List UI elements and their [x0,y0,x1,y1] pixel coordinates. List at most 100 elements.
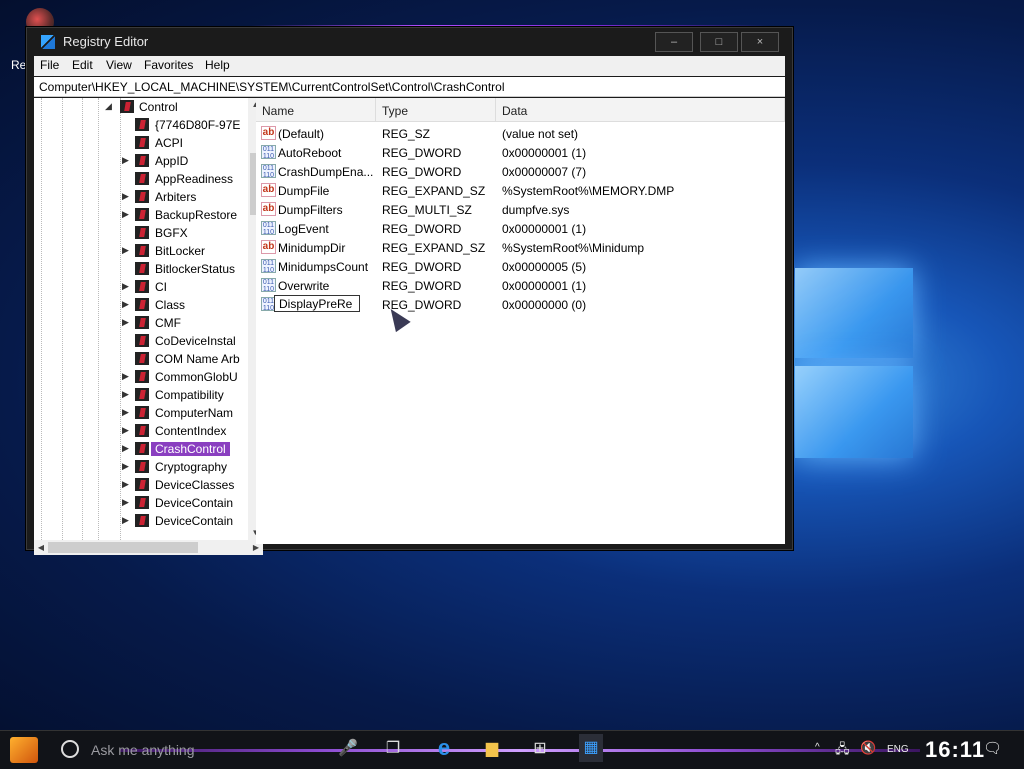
tree-item[interactable]: ▶ DeviceContain [34,512,248,530]
tree-item[interactable]: ACPI [34,134,248,152]
desktop-icon-label[interactable]: Re [11,58,26,72]
language-indicator[interactable]: ENG [887,744,909,755]
tree-item[interactable]: ▶ CMF [34,314,248,332]
menu-help[interactable]: Help [205,58,230,72]
values-list[interactable]: Name Type Data ab (Default) REG_SZ (value n… [256,98,785,544]
tree-item-label: Class [155,298,186,312]
rename-value-input[interactable]: DisplayPreRe [274,295,360,312]
address-bar[interactable]: Computer\HKEY_LOCAL_MACHINE\SYSTEM\Curre… [34,77,785,97]
folder-icon [135,496,149,509]
tree-item[interactable]: ▶ Cryptography [34,458,248,476]
title-bar[interactable]: Registry Editor – □ × [27,28,792,56]
tree-item-control[interactable]: ◢ Control [34,98,248,116]
expand-arrow-icon[interactable]: ▶ [122,191,129,202]
expand-arrow-icon[interactable]: ▶ [122,317,129,328]
value-row[interactable]: ab DumpFile REG_EXPAND_SZ %SystemRoot%\MEMO… [256,181,785,200]
value-data: %SystemRoot%\MEMORY.DMP [502,184,675,198]
tree-item[interactable]: ▶ ContentIndex [34,422,248,440]
registry-editor-taskbar-icon[interactable]: ▦ [579,734,603,762]
tree-item[interactable]: ▶ BackupRestore [34,206,248,224]
key-tree[interactable]: ◢ Control {7746D80F-97E ACPI ▶ AppID AppRead… [34,98,248,540]
expand-arrow-icon[interactable]: ▶ [122,209,129,220]
volume-muted-icon[interactable]: 🔇 [860,740,876,756]
tree-item[interactable]: CoDeviceInstal [34,332,248,350]
folder-icon [135,478,149,491]
address-path[interactable]: Computer\HKEY_LOCAL_MACHINE\SYSTEM\Curre… [39,80,505,94]
value-row[interactable]: 011 110 CrashDumpEna... REG_DWORD 0x0000000… [256,162,785,181]
expand-arrow-icon[interactable]: ▶ [122,479,129,490]
folder-icon [135,514,149,527]
store-icon[interactable]: ⊞ [528,738,552,758]
search-box[interactable]: Ask me anything [91,742,195,758]
network-icon[interactable]: 🖧 [835,740,850,762]
expand-arrow-icon[interactable]: ▶ [122,443,129,454]
value-row[interactable]: 011 110 DisplayPreRe REG_DWORD 0x00000000 (… [256,295,785,314]
tree-item[interactable]: AppReadiness [34,170,248,188]
expand-arrow-icon[interactable]: ▶ [122,515,129,526]
start-button[interactable] [10,737,38,763]
tree-item[interactable]: COM Name Arb [34,350,248,368]
tree-horizontal-scrollbar[interactable]: ◀ ▶ [34,540,263,555]
tree-item[interactable]: BGFX [34,224,248,242]
tree-item[interactable]: ▶ CommonGlobU [34,368,248,386]
expand-arrow-icon[interactable]: ▶ [122,497,129,508]
show-hidden-icons-icon[interactable]: ^ [815,742,820,753]
value-type: REG_DWORD [382,222,462,236]
value-row[interactable]: 011 110 AutoReboot REG_DWORD 0x00000001 (1) [256,143,785,162]
tree-item[interactable]: ▶ BitLocker [34,242,248,260]
tree-item[interactable]: ▶ CrashControl [34,440,248,458]
expand-arrow-icon[interactable]: ▶ [122,281,129,292]
tree-item[interactable]: {7746D80F-97E [34,116,248,134]
minimize-button[interactable]: – [655,32,693,52]
h-scroll-thumb[interactable] [48,542,198,553]
microphone-icon[interactable]: 🎤 [336,738,360,758]
folder-icon [135,352,149,365]
expand-arrow-icon[interactable]: ▶ [122,371,129,382]
expand-arrow-icon[interactable]: ▶ [122,299,129,310]
folder-icon [135,406,149,419]
tree-item[interactable]: ▶ ComputerNam [34,404,248,422]
clock[interactable]: 16:11 [925,737,985,763]
scroll-left-arrow-icon[interactable]: ◀ [34,540,48,555]
tree-item[interactable]: ▶ DeviceContain [34,494,248,512]
maximize-button[interactable]: □ [700,32,738,52]
column-name[interactable]: Name [256,98,376,122]
file-explorer-icon[interactable]: ▆ [480,738,504,758]
menu-edit[interactable]: Edit [72,58,93,72]
value-row[interactable]: ab MinidumpDir REG_EXPAND_SZ %SystemRoot%\M… [256,238,785,257]
tree-item-label: CrashControl [151,442,230,456]
tree-item[interactable]: ▶ CI [34,278,248,296]
cortana-icon[interactable] [61,740,79,758]
tree-item-label: Compatibility [155,388,224,402]
menu-favorites[interactable]: Favorites [144,58,193,72]
edge-browser-icon[interactable]: e [432,735,456,761]
value-row[interactable]: ab (Default) REG_SZ (value not set) [256,124,785,143]
menu-file[interactable]: File [40,58,59,72]
expand-arrow-icon[interactable]: ▶ [122,155,129,166]
value-type: REG_DWORD [382,165,462,179]
task-view-icon[interactable]: ❐ [381,738,405,758]
expand-arrow-icon[interactable]: ▶ [122,245,129,256]
tree-item[interactable]: ▶ Arbiters [34,188,248,206]
value-row[interactable]: ab DumpFilters REG_MULTI_SZ dumpfve.sys [256,200,785,219]
expand-arrow-icon[interactable]: ▶ [122,461,129,472]
string-value-icon: ab [261,126,276,140]
value-row[interactable]: 011 110 LogEvent REG_DWORD 0x00000001 (1) [256,219,785,238]
tree-item[interactable]: ▶ Class [34,296,248,314]
expand-arrow-icon[interactable]: ▶ [122,407,129,418]
action-center-icon[interactable]: 🗨 [983,739,1002,757]
value-data: 0x00000007 (7) [502,165,587,179]
value-row[interactable]: 011 110 MinidumpsCount REG_DWORD 0x00000005… [256,257,785,276]
column-data[interactable]: Data [496,98,785,122]
column-type[interactable]: Type [376,98,496,122]
expand-arrow-icon[interactable]: ▶ [122,425,129,436]
menu-view[interactable]: View [106,58,132,72]
tree-item[interactable]: BitlockerStatus [34,260,248,278]
tree-item[interactable]: ▶ DeviceClasses [34,476,248,494]
value-row[interactable]: 011 110 Overwrite REG_DWORD 0x00000001 (1) [256,276,785,295]
expanded-arrow-icon[interactable]: ◢ [105,101,112,112]
expand-arrow-icon[interactable]: ▶ [122,389,129,400]
tree-item[interactable]: ▶ Compatibility [34,386,248,404]
close-button[interactable]: × [741,32,779,52]
tree-item[interactable]: ▶ AppID [34,152,248,170]
